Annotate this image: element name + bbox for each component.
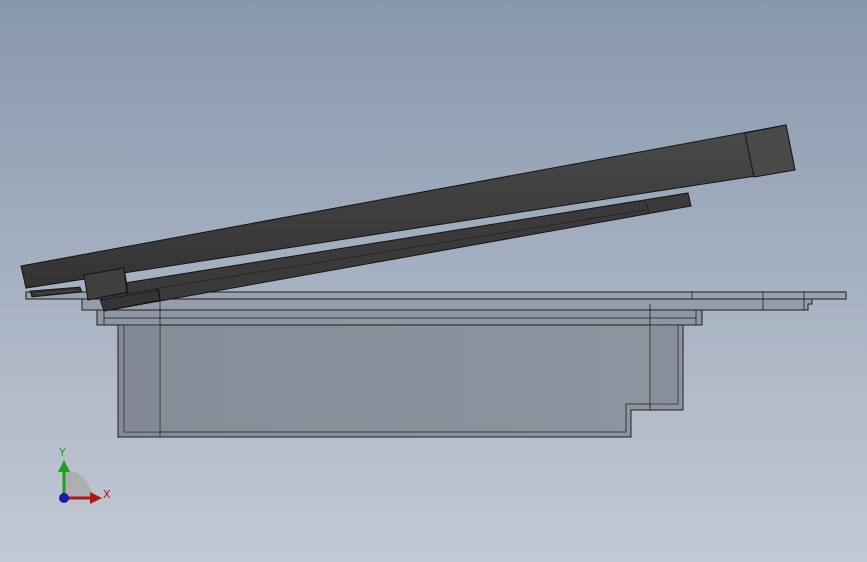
tilted-lid[interactable] (20, 124, 796, 312)
y-axis-label: Y (58, 446, 66, 459)
x-axis-label: X (103, 488, 111, 501)
box-body (117, 324, 684, 438)
third-flange (96, 309, 703, 326)
3d-viewport[interactable]: Y X (0, 0, 867, 562)
z-axis-dot (59, 493, 69, 503)
coordinate-triad: Y X (58, 446, 111, 504)
lid-end-cap (744, 124, 796, 178)
rotation-arc (64, 470, 92, 498)
y-axis-arrow (58, 460, 70, 472)
x-axis-arrow (90, 492, 102, 504)
second-flange (81, 298, 813, 311)
